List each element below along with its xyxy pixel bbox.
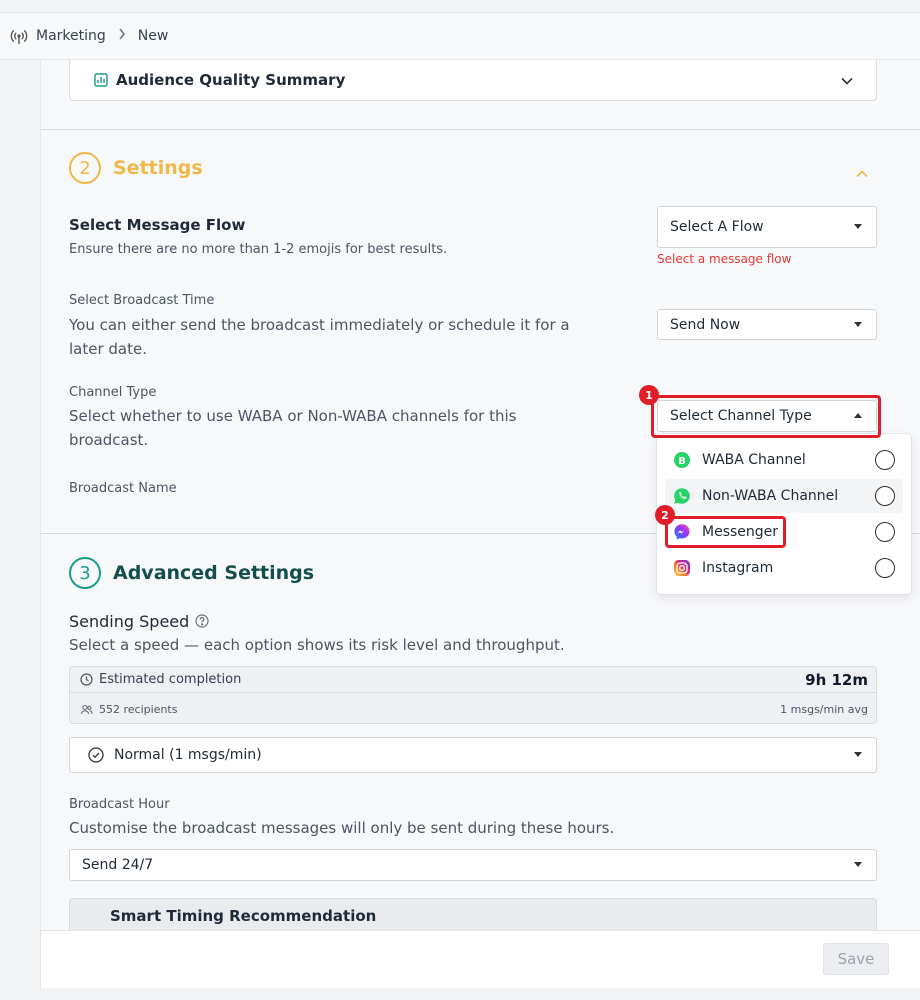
step-marker-2: 2 [655,505,675,525]
caret-down-icon [854,862,862,867]
radio-button[interactable] [875,486,895,506]
broadcast-time-label: Select Broadcast Time [69,293,215,308]
radio-button[interactable] [875,558,895,578]
svg-text:B: B [678,456,686,467]
message-flow-value: Select A Flow [670,219,764,235]
advanced-title: Advanced Settings [113,562,315,584]
highlight-box-channel-select [651,395,881,438]
message-flow-hint: Ensure there are no more than 1-2 emojis… [69,242,448,257]
message-flow-error: Select a message flow [657,252,792,266]
broadcast-hour-value: Send 24/7 [82,857,154,873]
sending-speed-label: Sending Speed [69,612,209,631]
breadcrumb-marketing[interactable]: Marketing [36,28,106,44]
settings-title: Settings [113,157,203,179]
option-label: Non-WABA Channel [702,488,839,504]
advanced-section-header[interactable]: 3 Advanced Settings [69,557,314,589]
step-number: 2 [69,152,101,184]
instagram-icon [673,559,691,577]
caret-down-icon [854,224,862,229]
broadcast-name-label: Broadcast Name [69,481,177,496]
broadcast-icon [10,27,28,45]
whatsapp-icon [673,487,691,505]
chevron-down-icon[interactable] [840,72,854,90]
broadcast-time-desc-2: later date. [69,340,147,358]
estimate-value: 9h 12m [805,670,868,689]
caret-down-icon [854,752,862,757]
highlight-box-messenger [665,516,786,548]
breadcrumb: Marketing New [0,12,920,60]
audience-quality-summary-header[interactable]: Audience Quality Summary [69,60,877,101]
chevron-up-icon[interactable] [855,164,869,183]
smart-timing-title: Smart Timing Recommendation [110,907,377,925]
channel-type-desc-1: Select whether to use WABA or Non-WABA c… [69,407,517,425]
settings-section-header[interactable]: 2 Settings [69,152,203,184]
caret-down-icon [854,321,862,327]
form-footer: Save [41,930,920,988]
help-icon[interactable] [195,614,209,628]
save-button[interactable]: Save [823,943,889,975]
broadcast-hour-desc: Customise the broadcast messages will on… [69,819,615,837]
broadcast-time-select[interactable]: Send Now [657,309,877,340]
audience-summary-title: Audience Quality Summary [116,71,346,89]
option-waba-channel[interactable]: B WABA Channel [665,443,903,477]
broadcast-time-desc-1: You can either send the broadcast immedi… [69,316,570,334]
broadcast-hour-select[interactable]: Send 24/7 [69,849,877,881]
estimate-label: Estimated completion [99,672,242,687]
estimate-panel: Estimated completion 9h 12m 552 recipien… [69,666,877,724]
breadcrumb-current: New [137,28,169,44]
sending-speed-select[interactable]: Normal (1 msgs/min) [69,737,877,773]
channel-type-desc-2: broadcast. [69,431,149,449]
chart-icon [94,73,108,87]
waba-icon: B [673,451,691,469]
sending-speed-desc: Select a speed — each option shows its r… [69,636,565,654]
clock-icon [80,673,93,686]
sending-speed-label-text: Sending Speed [69,612,190,631]
users-icon [80,703,93,716]
step-number: 3 [69,557,101,589]
step-marker-1: 1 [639,385,659,405]
radio-button[interactable] [875,450,895,470]
message-flow-select[interactable]: Select A Flow [657,206,877,248]
section-divider [41,129,920,130]
sending-speed-value: Normal (1 msgs/min) [114,747,262,763]
message-flow-label: Select Message Flow [69,216,246,234]
check-circle-icon [88,747,104,763]
broadcast-hour-label: Broadcast Hour [69,797,170,812]
option-instagram[interactable]: Instagram [665,551,903,585]
broadcast-time-value: Send Now [670,316,741,333]
recipients-count: 552 recipients [99,702,178,716]
avg-rate: 1 msgs/min avg [780,702,868,716]
option-label: Instagram [702,560,774,576]
chevron-right-icon [118,28,126,44]
option-non-waba-channel[interactable]: Non-WABA Channel [665,479,903,513]
channel-type-dropdown: B WABA Channel Non-WABA Channel Messenge… [656,433,912,595]
channel-type-label: Channel Type [69,385,157,400]
option-label: WABA Channel [702,452,806,468]
radio-button[interactable] [875,522,895,542]
